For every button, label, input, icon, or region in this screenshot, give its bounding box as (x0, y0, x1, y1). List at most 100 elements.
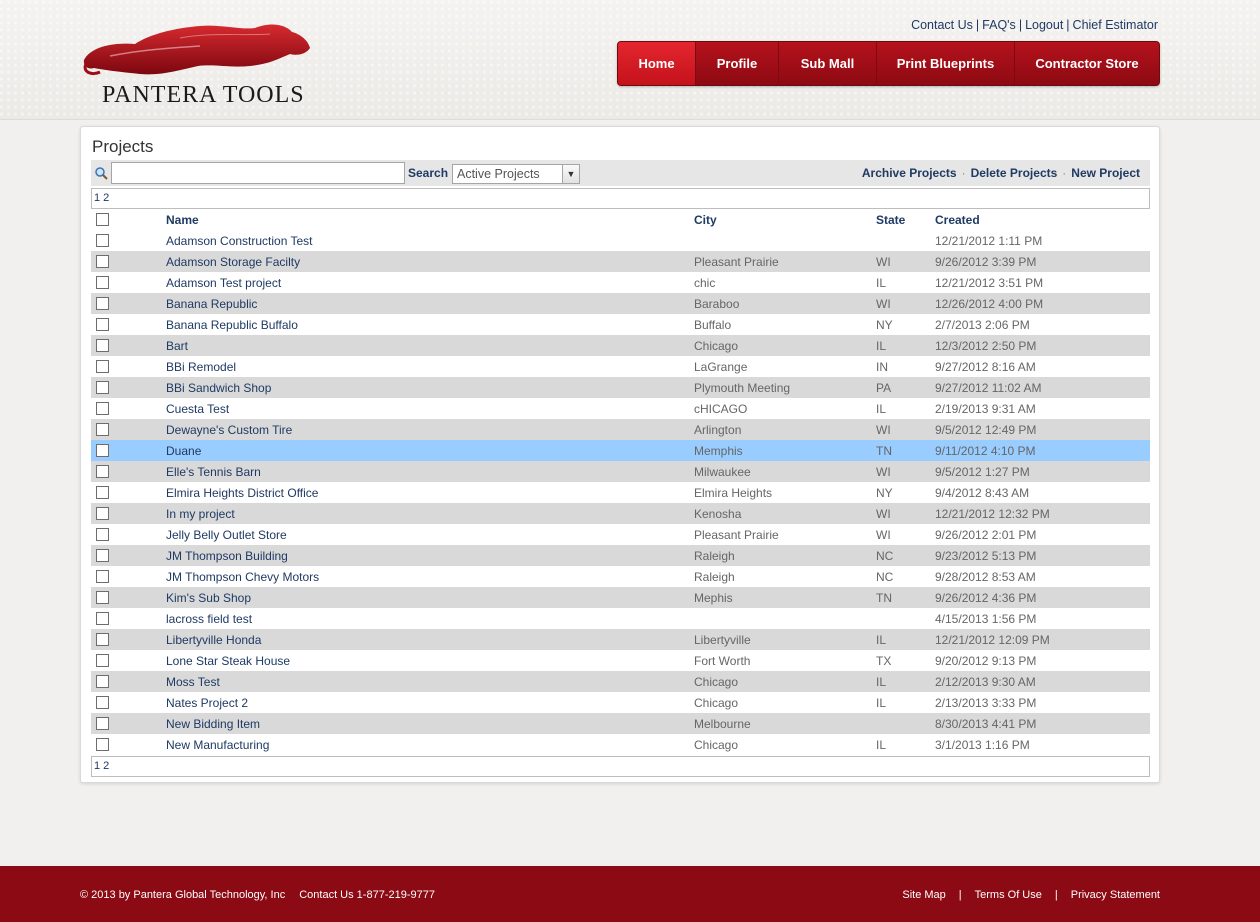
project-name-link[interactable]: Moss Test (166, 675, 220, 689)
row-checkbox[interactable] (96, 381, 109, 394)
logout-link[interactable]: Logout (1025, 18, 1063, 32)
project-name-link[interactable]: Libertyville Honda (166, 633, 261, 647)
table-row[interactable]: Adamson Construction Test 12/21/2012 1:11… (91, 230, 1150, 251)
row-checkbox[interactable] (96, 507, 109, 520)
table-row[interactable]: Dewayne's Custom Tire Arlington WI 9/5/2012… (91, 419, 1150, 440)
project-name-link[interactable]: Banana Republic Buffalo (166, 318, 298, 332)
project-name-link[interactable]: In my project (166, 507, 235, 521)
row-checkbox[interactable] (96, 318, 109, 331)
row-checkbox[interactable] (96, 297, 109, 310)
table-row[interactable]: Elmira Heights District Office Elmira Hei… (91, 482, 1150, 503)
table-row[interactable]: BBi Sandwich Shop Plymouth Meeting PA 9/27/… (91, 377, 1150, 398)
table-row[interactable]: JM Thompson Building Raleigh NC 9/23/2012 5… (91, 545, 1150, 566)
row-checkbox[interactable] (96, 423, 109, 436)
privacy-statement-link[interactable]: Privacy Statement (1071, 889, 1160, 901)
table-row[interactable]: JM Thompson Chevy Motors Raleigh NC 9/28/20… (91, 566, 1150, 587)
project-name-link[interactable]: New Bidding Item (166, 717, 260, 731)
nav-print-blueprints[interactable]: Print Blueprints (877, 42, 1015, 85)
table-row[interactable]: Banana Republic Baraboo WI 12/26/2012 4:00 … (91, 293, 1150, 314)
table-row[interactable]: BBi Remodel LaGrange IN 9/27/2012 8:16 AM (91, 356, 1150, 377)
contact-us-link[interactable]: Contact Us (911, 18, 973, 32)
brand-logo[interactable]: PANTERA TOOLS (80, 18, 320, 110)
project-name-link[interactable]: Jelly Belly Outlet Store (166, 528, 287, 542)
row-checkbox[interactable] (96, 339, 109, 352)
row-checkbox[interactable] (96, 486, 109, 499)
table-row[interactable]: New Manufacturing Chicago IL 3/1/2013 1:16 … (91, 734, 1150, 755)
project-name-link[interactable]: Bart (166, 339, 188, 353)
table-row[interactable]: Moss Test Chicago IL 2/12/2013 9:30 AM (91, 671, 1150, 692)
project-name-link[interactable]: BBi Sandwich Shop (166, 381, 271, 395)
new-project-link[interactable]: New Project (1071, 166, 1140, 180)
table-row[interactable]: Jelly Belly Outlet Store Pleasant Prairie… (91, 524, 1150, 545)
project-name-link[interactable]: Dewayne's Custom Tire (166, 423, 292, 437)
row-checkbox[interactable] (96, 633, 109, 646)
project-name-link[interactable]: BBi Remodel (166, 360, 236, 374)
row-checkbox[interactable] (96, 276, 109, 289)
row-checkbox[interactable] (96, 738, 109, 751)
select-all-checkbox[interactable] (96, 213, 109, 226)
column-header-name[interactable]: Name (166, 213, 199, 227)
table-row[interactable]: lacross field test 4/15/2013 1:56 PM (91, 608, 1150, 629)
project-filter-select[interactable]: Active Projects ▼ (452, 164, 580, 184)
faqs-link[interactable]: FAQ's (982, 18, 1016, 32)
nav-sub-mall[interactable]: Sub Mall (779, 42, 877, 85)
nav-contractor-store[interactable]: Contractor Store (1015, 42, 1159, 85)
row-checkbox[interactable] (96, 570, 109, 583)
project-name-link[interactable]: Kim's Sub Shop (166, 591, 251, 605)
table-row[interactable]: Kim's Sub Shop Mephis TN 9/26/2012 4:36 PM (91, 587, 1150, 608)
row-checkbox[interactable] (96, 444, 109, 457)
nav-home[interactable]: Home (618, 42, 696, 85)
project-name-link[interactable]: Cuesta Test (166, 402, 229, 416)
footer-contact[interactable]: Contact Us 1-877-219-9777 (299, 889, 435, 901)
table-row[interactable]: New Bidding Item Melbourne 8/30/2013 4:41 … (91, 713, 1150, 734)
table-row[interactable]: In my project Kenosha WI 12/21/2012 12:32 P… (91, 503, 1150, 524)
column-header-created[interactable]: Created (935, 213, 980, 227)
table-row[interactable]: Adamson Storage Facilty Pleasant Prairie W… (91, 251, 1150, 272)
row-checkbox[interactable] (96, 528, 109, 541)
project-name-link[interactable]: Adamson Test project (166, 276, 281, 290)
row-checkbox[interactable] (96, 675, 109, 688)
project-name-link[interactable]: New Manufacturing (166, 738, 269, 752)
project-name-link[interactable]: Adamson Storage Facilty (166, 255, 300, 269)
project-name-link[interactable]: Elmira Heights District Office (166, 486, 318, 500)
row-checkbox[interactable] (96, 234, 109, 247)
project-name-link[interactable]: JM Thompson Chevy Motors (166, 570, 319, 584)
column-header-state[interactable]: State (876, 213, 905, 227)
row-checkbox[interactable] (96, 255, 109, 268)
column-header-city[interactable]: City (694, 213, 717, 227)
table-row[interactable]: Banana Republic Buffalo Buffalo NY 2/7/2013… (91, 314, 1150, 335)
project-name-link[interactable]: Duane (166, 444, 201, 458)
row-checkbox[interactable] (96, 696, 109, 709)
table-row[interactable]: Lone Star Steak House Fort Worth TX 9/20/20… (91, 650, 1150, 671)
project-name-link[interactable]: Nates Project 2 (166, 696, 248, 710)
chief-estimator-link[interactable]: Chief Estimator (1073, 18, 1158, 32)
project-name-link[interactable]: Elle's Tennis Barn (166, 465, 261, 479)
row-checkbox[interactable] (96, 549, 109, 562)
project-name-link[interactable]: lacross field test (166, 612, 252, 626)
site-map-link[interactable]: Site Map (902, 889, 945, 901)
search-input[interactable] (111, 162, 405, 184)
row-checkbox[interactable] (96, 612, 109, 625)
table-row[interactable]: Cuesta Test cHICAGO IL 2/19/2013 9:31 AM (91, 398, 1150, 419)
project-name-link[interactable]: JM Thompson Building (166, 549, 288, 563)
row-checkbox[interactable] (96, 402, 109, 415)
row-checkbox[interactable] (96, 591, 109, 604)
pager-top[interactable]: 1 2 (91, 188, 1150, 209)
search-button[interactable]: Search (408, 166, 448, 180)
table-row[interactable]: Adamson Test project chic IL 12/21/2012 3:5… (91, 272, 1150, 293)
project-name-link[interactable]: Banana Republic (166, 297, 257, 311)
row-checkbox[interactable] (96, 654, 109, 667)
delete-projects-link[interactable]: Delete Projects (971, 166, 1058, 180)
row-checkbox[interactable] (96, 465, 109, 478)
table-row[interactable]: Nates Project 2 Chicago IL 2/13/2013 3:33 P… (91, 692, 1150, 713)
pager-bottom[interactable]: 1 2 (91, 756, 1150, 777)
row-checkbox[interactable] (96, 717, 109, 730)
table-row[interactable]: Elle's Tennis Barn Milwaukee WI 9/5/2012 1:… (91, 461, 1150, 482)
table-row[interactable]: Bart Chicago IL 12/3/2012 2:50 PM (91, 335, 1150, 356)
table-row[interactable]: Libertyville Honda Libertyville IL 12/21/20… (91, 629, 1150, 650)
terms-of-use-link[interactable]: Terms Of Use (975, 889, 1042, 901)
project-name-link[interactable]: Lone Star Steak House (166, 654, 290, 668)
project-name-link[interactable]: Adamson Construction Test (166, 234, 313, 248)
archive-projects-link[interactable]: Archive Projects (862, 166, 957, 180)
nav-profile[interactable]: Profile (696, 42, 779, 85)
